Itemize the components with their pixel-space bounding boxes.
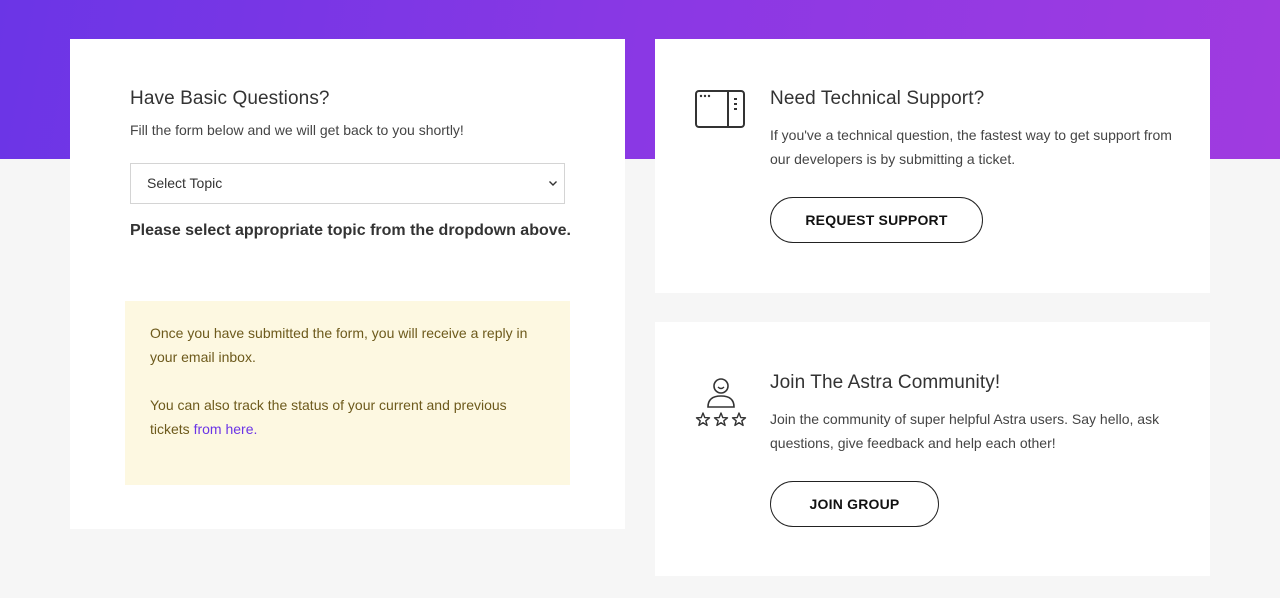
window-panel-icon [695, 90, 745, 128]
community-title: Join The Astra Community! [770, 372, 1001, 393]
join-group-button[interactable]: JOIN GROUP [770, 481, 939, 527]
topic-select[interactable]: Select Topic [130, 163, 565, 204]
topic-select-value: Select Topic [147, 175, 223, 191]
notice-reply-text: Once you have submitted the form, you wi… [150, 325, 528, 365]
chevron-down-icon [549, 181, 557, 186]
technical-support-title: Need Technical Support? [770, 88, 985, 109]
notice-track-text: You can also track the status of your cu… [150, 393, 545, 441]
technical-support-description: If you've a technical question, the fast… [770, 127, 1172, 167]
request-support-button[interactable]: REQUEST SUPPORT [770, 197, 983, 243]
community-card: Join The Astra Community! Join the commu… [655, 322, 1210, 576]
basic-questions-title: Have Basic Questions? [130, 88, 330, 109]
community-description: Join the community of super helpful Astr… [770, 411, 1160, 451]
track-tickets-link[interactable]: from here. [194, 421, 258, 437]
basic-questions-subtitle: Fill the form below and we will get back… [130, 122, 464, 138]
topic-hint: Please select appropriate topic from the… [130, 222, 571, 239]
basic-questions-card: Have Basic Questions? Fill the form belo… [70, 39, 625, 529]
user-rating-icon [695, 378, 747, 427]
notice-box: Once you have submitted the form, you wi… [125, 301, 570, 485]
technical-support-card: Need Technical Support? If you've a tech… [655, 39, 1210, 293]
